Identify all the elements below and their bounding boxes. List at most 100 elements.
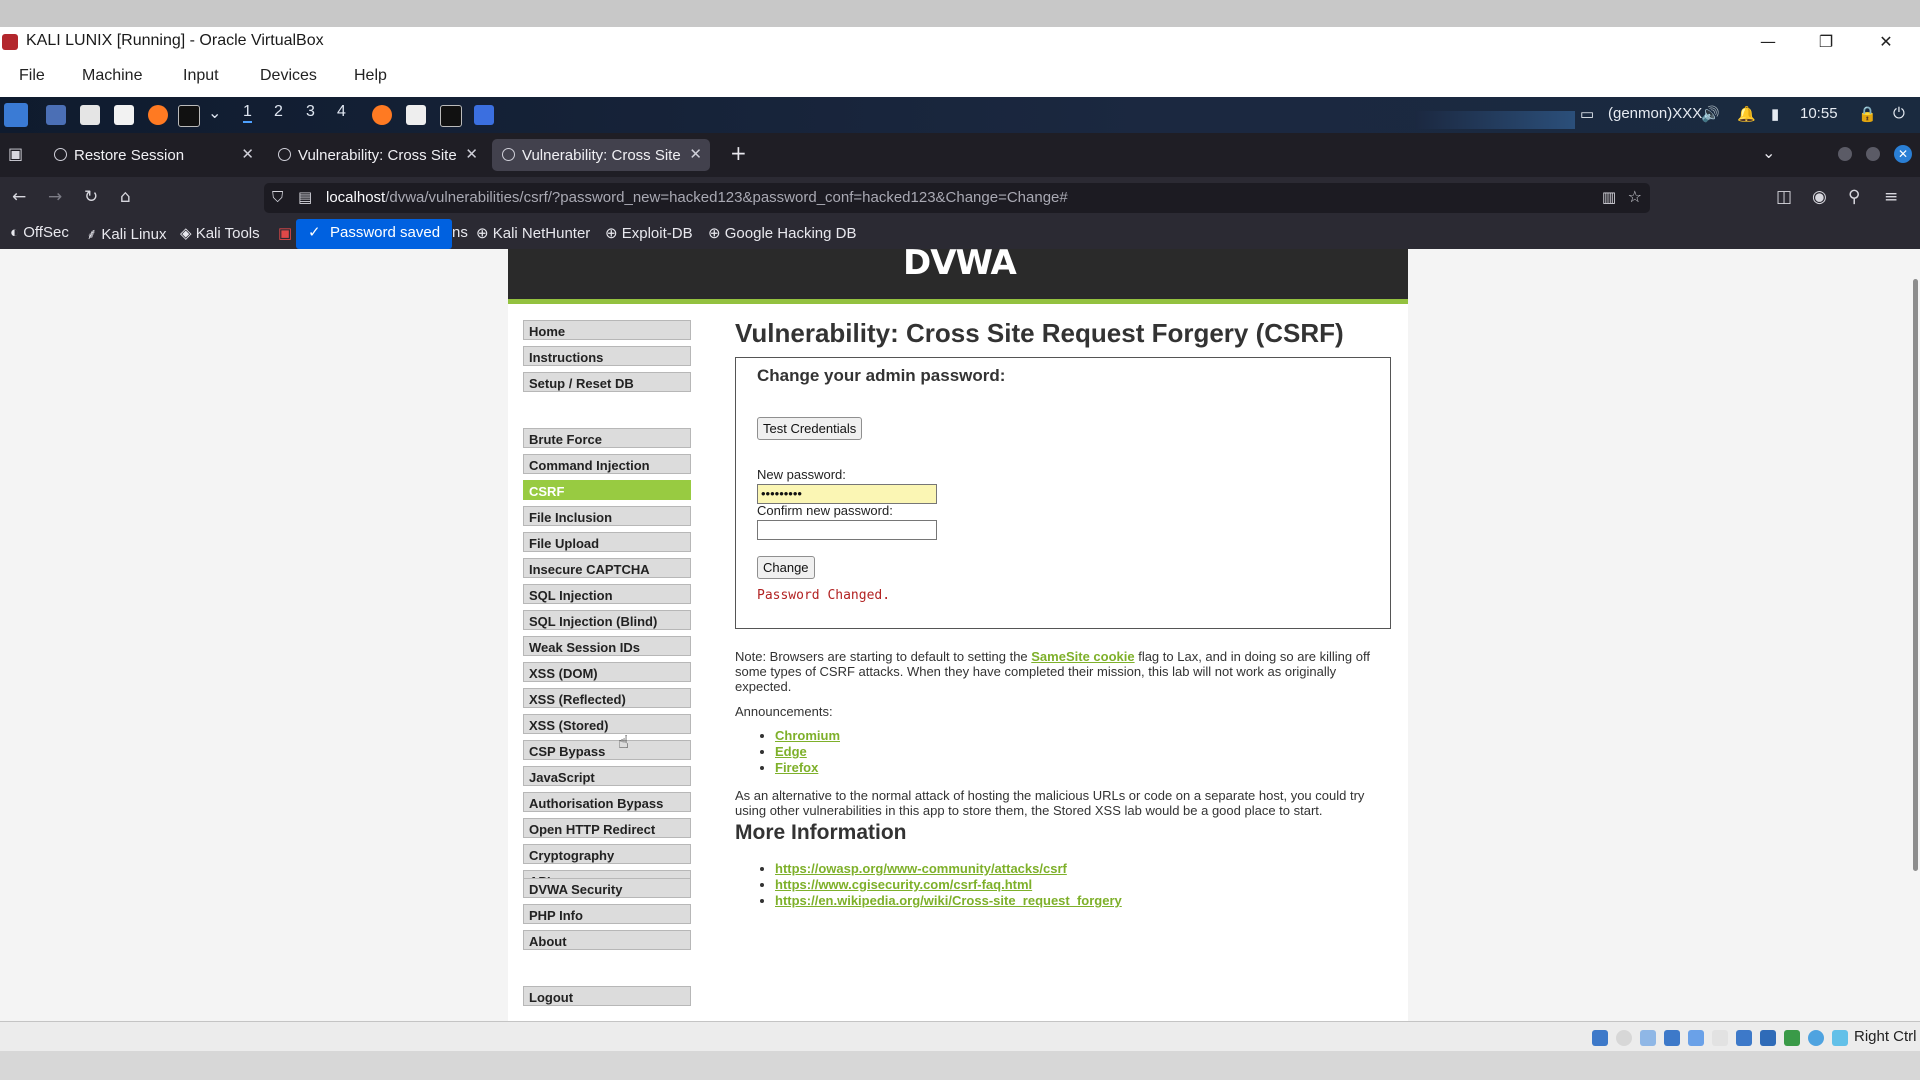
notification-bell-icon[interactable]: 🔔 <box>1737 105 1756 123</box>
sidebar-item-setup-reset-db[interactable]: Setup / Reset DB <box>523 372 691 392</box>
vbox-menu-file[interactable]: File <box>19 67 45 85</box>
workspace-4[interactable]: 4 <box>337 103 346 121</box>
sidebar-item-weak-session-ids[interactable]: Weak Session IDs <box>523 636 691 656</box>
extensions-icon[interactable]: ⚲ <box>1848 187 1860 207</box>
new-tab-button[interactable]: + <box>730 141 747 165</box>
tab-csrf-1[interactable]: Vulnerability: Cross Site R ✕ <box>268 139 486 171</box>
page-scrollbar[interactable] <box>1910 249 1920 1021</box>
app-menu-icon[interactable]: ≡ <box>1884 187 1898 207</box>
close-browser-icon[interactable]: ✕ <box>1894 145 1912 163</box>
sidebar-item-sql-injection[interactable]: SQL Injection <box>523 584 691 604</box>
restore-window-button[interactable]: ❐ <box>1814 31 1838 53</box>
bookmark-offsec[interactable]: ◐ OffSec <box>10 224 69 241</box>
maximize-circle-icon[interactable] <box>1866 147 1880 161</box>
url-bar[interactable]: ⛉ ▤ localhost/dvwa/vulnerabilities/csrf/… <box>264 183 1650 213</box>
display-settings-icon[interactable] <box>1736 1030 1752 1046</box>
file-manager-icon[interactable] <box>80 105 100 125</box>
cgisecurity-link[interactable]: https://www.cgisecurity.com/csrf-faq.htm… <box>775 877 1032 892</box>
url-text[interactable]: localhost/dvwa/vulnerabilities/csrf/?pas… <box>326 189 1068 206</box>
forward-arrow-icon[interactable]: → <box>48 187 62 207</box>
show-desktop-icon[interactable] <box>46 105 66 125</box>
sidebar-item-brute-force[interactable]: Brute Force <box>523 428 691 448</box>
terminal-window-icon[interactable] <box>440 105 462 127</box>
tracking-shield-icon[interactable]: ⛉ <box>272 188 283 206</box>
pocket-icon[interactable]: ◫ <box>1776 187 1792 207</box>
account-icon[interactable]: ◉ <box>1812 187 1827 207</box>
sidebar-item-csp-bypass[interactable]: CSP Bypass <box>523 740 691 760</box>
bookmark-kali-docs-icon[interactable]: ▣ <box>278 224 292 242</box>
text-editor-icon[interactable] <box>114 105 134 125</box>
workspace-3[interactable]: 3 <box>306 103 315 121</box>
bookmark-google-hacking-db[interactable]: ⊕ Google Hacking DB <box>708 224 856 242</box>
editor-window-icon[interactable] <box>406 105 426 125</box>
change-button[interactable]: Change <box>757 556 815 579</box>
test-credentials-button[interactable]: Test Credentials <box>757 417 863 440</box>
minimize-window-button[interactable]: — <box>1756 31 1780 53</box>
sidebar-item-xss-reflected[interactable]: XSS (Reflected) <box>523 688 691 708</box>
sidebar-item-dvwa-security[interactable]: DVWA Security <box>523 878 691 898</box>
sidebar-item-open-http-redirect[interactable]: Open HTTP Redirect <box>523 818 691 838</box>
owasp-csrf-link[interactable]: https://owasp.org/www-community/attacks/… <box>775 861 1067 876</box>
sidebar-item-command-injection[interactable]: Command Injection <box>523 454 691 474</box>
new-password-field[interactable]: ••••••••• <box>757 484 937 504</box>
wikipedia-link[interactable]: https://en.wikipedia.org/wiki/Cross-site… <box>775 893 1122 908</box>
firefox-view-icon[interactable]: ▣ <box>8 144 23 163</box>
bookmark-kali-tools[interactable]: ◈ Kali Tools <box>180 224 260 242</box>
sidebar-item-authorisation-bypass[interactable]: Authorisation Bypass <box>523 792 691 812</box>
sidebar-item-home[interactable]: Home <box>523 320 691 340</box>
vbox-menu-devices[interactable]: Devices <box>260 67 317 85</box>
shared-folders-icon[interactable] <box>1712 1030 1728 1046</box>
network-icon[interactable] <box>1664 1030 1680 1046</box>
hard-disk-icon[interactable] <box>1592 1030 1608 1046</box>
terminal-launcher-icon[interactable] <box>178 105 200 127</box>
sidebar-item-javascript[interactable]: JavaScript <box>523 766 691 786</box>
cpu-icon[interactable] <box>1784 1030 1800 1046</box>
keyboard-capture-icon[interactable] <box>1832 1030 1848 1046</box>
optical-drive-icon[interactable] <box>1616 1030 1632 1046</box>
display-icon[interactable]: ▭ <box>1580 105 1594 123</box>
sidebar-item-php-info[interactable]: PHP Info <box>523 904 691 924</box>
vbox-menu-machine[interactable]: Machine <box>82 67 142 85</box>
bookmark-kali-linux[interactable]: ⸙ Kali Linux <box>86 224 166 244</box>
vbox-menu-input[interactable]: Input <box>183 67 219 85</box>
sidebar-item-about[interactable]: About <box>523 930 691 950</box>
close-tab-icon[interactable]: ✕ <box>689 145 702 163</box>
bookmark-kali-nethunter[interactable]: ⊕ Kali NetHunter <box>476 224 590 242</box>
firefox-link[interactable]: Firefox <box>775 760 818 775</box>
home-icon[interactable]: ⌂ <box>120 187 131 207</box>
sidebar-item-file-inclusion[interactable]: File Inclusion <box>523 506 691 526</box>
sidebar-item-cryptography[interactable]: Cryptography <box>523 844 691 864</box>
sidebar-item-sql-injection-blind[interactable]: SQL Injection (Blind) <box>523 610 691 630</box>
terminal-dropdown-chevron-icon[interactable]: ⌄ <box>208 103 221 123</box>
bookmark-kali-forums-suffix[interactable]: ns <box>452 224 468 241</box>
bookmark-star-icon[interactable]: ☆ <box>1628 187 1642 206</box>
virtualbox-window-icon[interactable] <box>474 105 494 125</box>
bookmark-exploit-db[interactable]: ⊕ Exploit-DB <box>605 224 693 242</box>
samesite-cookie-link[interactable]: SameSite cookie <box>1031 649 1134 664</box>
chromium-link[interactable]: Chromium <box>775 728 840 743</box>
sidebar-item-xss-stored[interactable]: XSS (Stored) <box>523 714 691 734</box>
firefox-window-icon[interactable] <box>372 105 392 125</box>
tab-csrf-active[interactable]: Vulnerability: Cross Site R ✕ <box>492 139 710 171</box>
edge-link[interactable]: Edge <box>775 744 807 759</box>
sidebar-item-file-upload[interactable]: File Upload <box>523 532 691 552</box>
confirm-password-field[interactable] <box>757 520 937 540</box>
list-all-tabs-chevron-icon[interactable]: ⌄ <box>1762 143 1775 162</box>
reader-view-icon[interactable]: ▥ <box>1602 188 1616 206</box>
workspace-2[interactable]: 2 <box>274 103 283 121</box>
firefox-launcher-icon[interactable] <box>148 105 168 125</box>
sidebar-item-instructions[interactable]: Instructions <box>523 346 691 366</box>
close-tab-icon[interactable]: ✕ <box>241 145 254 163</box>
tab-restore-session[interactable]: Restore Session ✕ <box>44 139 262 171</box>
reload-icon[interactable]: ↻ <box>84 187 98 207</box>
sidebar-item-logout[interactable]: Logout <box>523 986 691 1006</box>
kali-menu-icon[interactable] <box>4 103 28 127</box>
vbox-menu-help[interactable]: Help <box>354 67 387 85</box>
minimize-circle-icon[interactable] <box>1838 147 1852 161</box>
page-info-icon[interactable]: ▤ <box>298 188 312 206</box>
sidebar-item-insecure-captcha[interactable]: Insecure CAPTCHA <box>523 558 691 578</box>
back-arrow-icon[interactable]: ← <box>12 187 26 207</box>
power-icon[interactable]: ⏻ <box>1893 105 1905 122</box>
close-window-button[interactable]: ✕ <box>1874 31 1898 53</box>
mouse-integration-icon[interactable] <box>1808 1030 1824 1046</box>
